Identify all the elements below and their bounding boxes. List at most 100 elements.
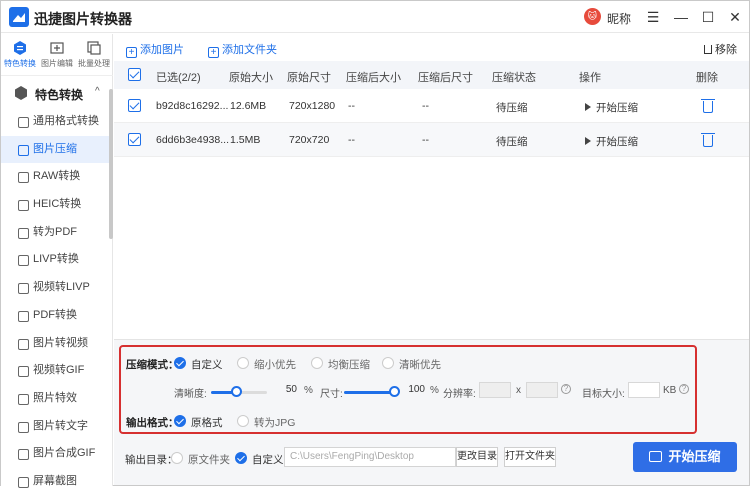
mode-custom-radio[interactable]: [174, 357, 186, 369]
format-original-radio[interactable]: [174, 415, 186, 427]
help-icon[interactable]: ?: [679, 384, 689, 394]
sidebar-item-label: 图片压缩: [33, 142, 77, 155]
select-all-checkbox[interactable]: [128, 68, 141, 81]
size-slider-fill: [344, 391, 394, 394]
add-folder-label: 添加文件夹: [222, 44, 277, 56]
sidebar-item-label: 图片转视频: [33, 336, 88, 349]
resolution-height-input[interactable]: [526, 382, 558, 398]
tab-image-edit[interactable]: 图片编辑: [39, 40, 75, 69]
minimize-icon[interactable]: —: [671, 7, 691, 27]
app-title: 迅捷图片转换器: [34, 11, 132, 27]
output-path-field[interactable]: C:\Users\FengPing\Desktop: [284, 447, 456, 467]
image-edit-icon: [50, 42, 64, 54]
change-directory-button[interactable]: 更改目录: [456, 447, 498, 467]
comp-size: --: [348, 100, 355, 112]
output-orig-radio[interactable]: [171, 452, 183, 464]
nav-item-icon: [18, 393, 29, 405]
scrollbar[interactable]: [109, 89, 113, 239]
output-orig-label[interactable]: 原文件夹: [188, 452, 230, 467]
mode-custom-label[interactable]: 自定义: [191, 357, 223, 372]
sidebar-item[interactable]: PDF转换: [1, 302, 109, 330]
menu-icon[interactable]: ☰: [643, 7, 663, 27]
sidebar-item[interactable]: 视频转GIF: [1, 357, 109, 385]
resolution-width-input[interactable]: [479, 382, 511, 398]
file-name: b92d8c16292...: [156, 100, 229, 112]
start-compress-link[interactable]: 开始压缩: [585, 134, 638, 149]
clarity-unit: %: [304, 385, 313, 396]
mode-clarity-label[interactable]: 清晰优先: [399, 357, 441, 372]
sidebar-item[interactable]: 照片特效: [1, 385, 109, 413]
table-row[interactable]: b92d8c16292... 12.6MB 720x1280 -- -- 待压缩…: [114, 89, 749, 123]
play-icon: [585, 137, 591, 145]
sidebar-item[interactable]: 视频转LIVP: [1, 274, 109, 302]
close-icon[interactable]: ✕: [725, 7, 745, 27]
tab-batch[interactable]: 批量处理: [76, 40, 112, 69]
add-folder-button[interactable]: + 添加文件夹: [208, 41, 277, 58]
sidebar-item-label: 转为PDF: [33, 225, 77, 238]
status: 待压缩: [496, 136, 528, 148]
nav-item-icon: [18, 421, 29, 433]
add-image-button[interactable]: + 添加图片: [126, 41, 184, 58]
start-compress-button[interactable]: 开始压缩: [633, 442, 737, 472]
tab-label: 特色转换: [4, 59, 36, 68]
sidebar-item[interactable]: 图片合成GIF: [1, 440, 109, 468]
table-row[interactable]: 6dd6b3e4938... 1.5MB 720x720 -- -- 待压缩 开…: [114, 123, 749, 157]
clarity-slider-handle[interactable]: [231, 386, 242, 397]
category-label: 特色转换: [35, 88, 84, 102]
hexagon-icon: [15, 86, 27, 100]
sidebar-item-label: 图片合成GIF: [33, 447, 96, 460]
mode-balance-radio[interactable]: [311, 357, 323, 369]
sidebar-item[interactable]: RAW转换: [1, 163, 109, 191]
file-name: 6dd6b3e4938...: [156, 134, 229, 146]
trash-icon[interactable]: [701, 133, 715, 147]
output-custom-label[interactable]: 自定义: [252, 452, 284, 467]
mode-shrink-label[interactable]: 缩小优先: [254, 357, 296, 372]
nav-item-icon: [18, 255, 29, 267]
clarity-slider-track[interactable]: [239, 391, 267, 394]
sidebar-item[interactable]: LIVP转换: [1, 246, 109, 274]
sidebar-item-label: RAW转换: [33, 170, 81, 183]
clarity-input[interactable]: 50: [271, 383, 301, 399]
mode-clarity-radio[interactable]: [382, 357, 394, 369]
help-icon[interactable]: ?: [561, 384, 571, 394]
sidebar-item-label: 视频转GIF: [33, 364, 85, 377]
convert-icon: [649, 451, 663, 462]
open-folder-button[interactable]: 打开文件夹: [504, 447, 556, 467]
mode-balance-label[interactable]: 均衡压缩: [328, 357, 370, 372]
header-action: 操作: [579, 72, 601, 84]
header-status: 压缩状态: [492, 72, 536, 84]
sidebar-item[interactable]: HEIC转换: [1, 191, 109, 219]
maximize-icon[interactable]: ☐: [698, 7, 718, 27]
format-jpg-radio[interactable]: [237, 415, 249, 427]
sidebar-item[interactable]: 图片转文字: [1, 413, 109, 441]
left-sidebar: 特色转换 图片编辑 批量处理 特色转换 ^ 通用格式转换图片压缩 RAW转换 HEI…: [1, 34, 113, 488]
trash-icon[interactable]: [701, 99, 715, 113]
format-original-label[interactable]: 原格式: [191, 415, 223, 430]
nav-item-icon: [18, 476, 29, 488]
start-compress-link[interactable]: 开始压缩: [585, 100, 638, 115]
mode-shrink-radio[interactable]: [237, 357, 249, 369]
title-bar: 迅捷图片转换器 🐱 昵称 ☰ — ☐ ✕: [1, 1, 749, 33]
header-delete: 删除: [696, 72, 718, 84]
sidebar-item[interactable]: 图片压缩: [1, 135, 109, 164]
sidebar-item-label: LIVP转换: [33, 253, 79, 266]
plus-icon: +: [126, 47, 137, 58]
tab-special-convert[interactable]: 特色转换: [2, 40, 38, 69]
remove-button[interactable]: 移除: [704, 41, 737, 57]
row-checkbox[interactable]: [128, 99, 141, 112]
nav-item-icon: [18, 172, 29, 184]
format-jpg-label[interactable]: 转为JPG: [254, 415, 295, 430]
row-checkbox[interactable]: [128, 133, 141, 146]
size-input[interactable]: 100: [399, 383, 429, 399]
nickname[interactable]: 昵称: [607, 10, 631, 27]
resolution-label: 分辨率:: [443, 389, 476, 400]
target-size-input[interactable]: [628, 382, 660, 398]
category-header[interactable]: 特色转换 ^: [11, 84, 107, 104]
sidebar-item[interactable]: 屏幕截图: [1, 468, 109, 496]
sidebar-item[interactable]: 图片转视频: [1, 330, 109, 358]
sidebar-item[interactable]: 通用格式转换: [1, 108, 109, 136]
avatar[interactable]: 🐱: [584, 8, 601, 25]
output-custom-radio[interactable]: [235, 452, 247, 464]
target-size-label: 目标大小:: [582, 389, 625, 400]
sidebar-item[interactable]: 转为PDF: [1, 219, 109, 247]
